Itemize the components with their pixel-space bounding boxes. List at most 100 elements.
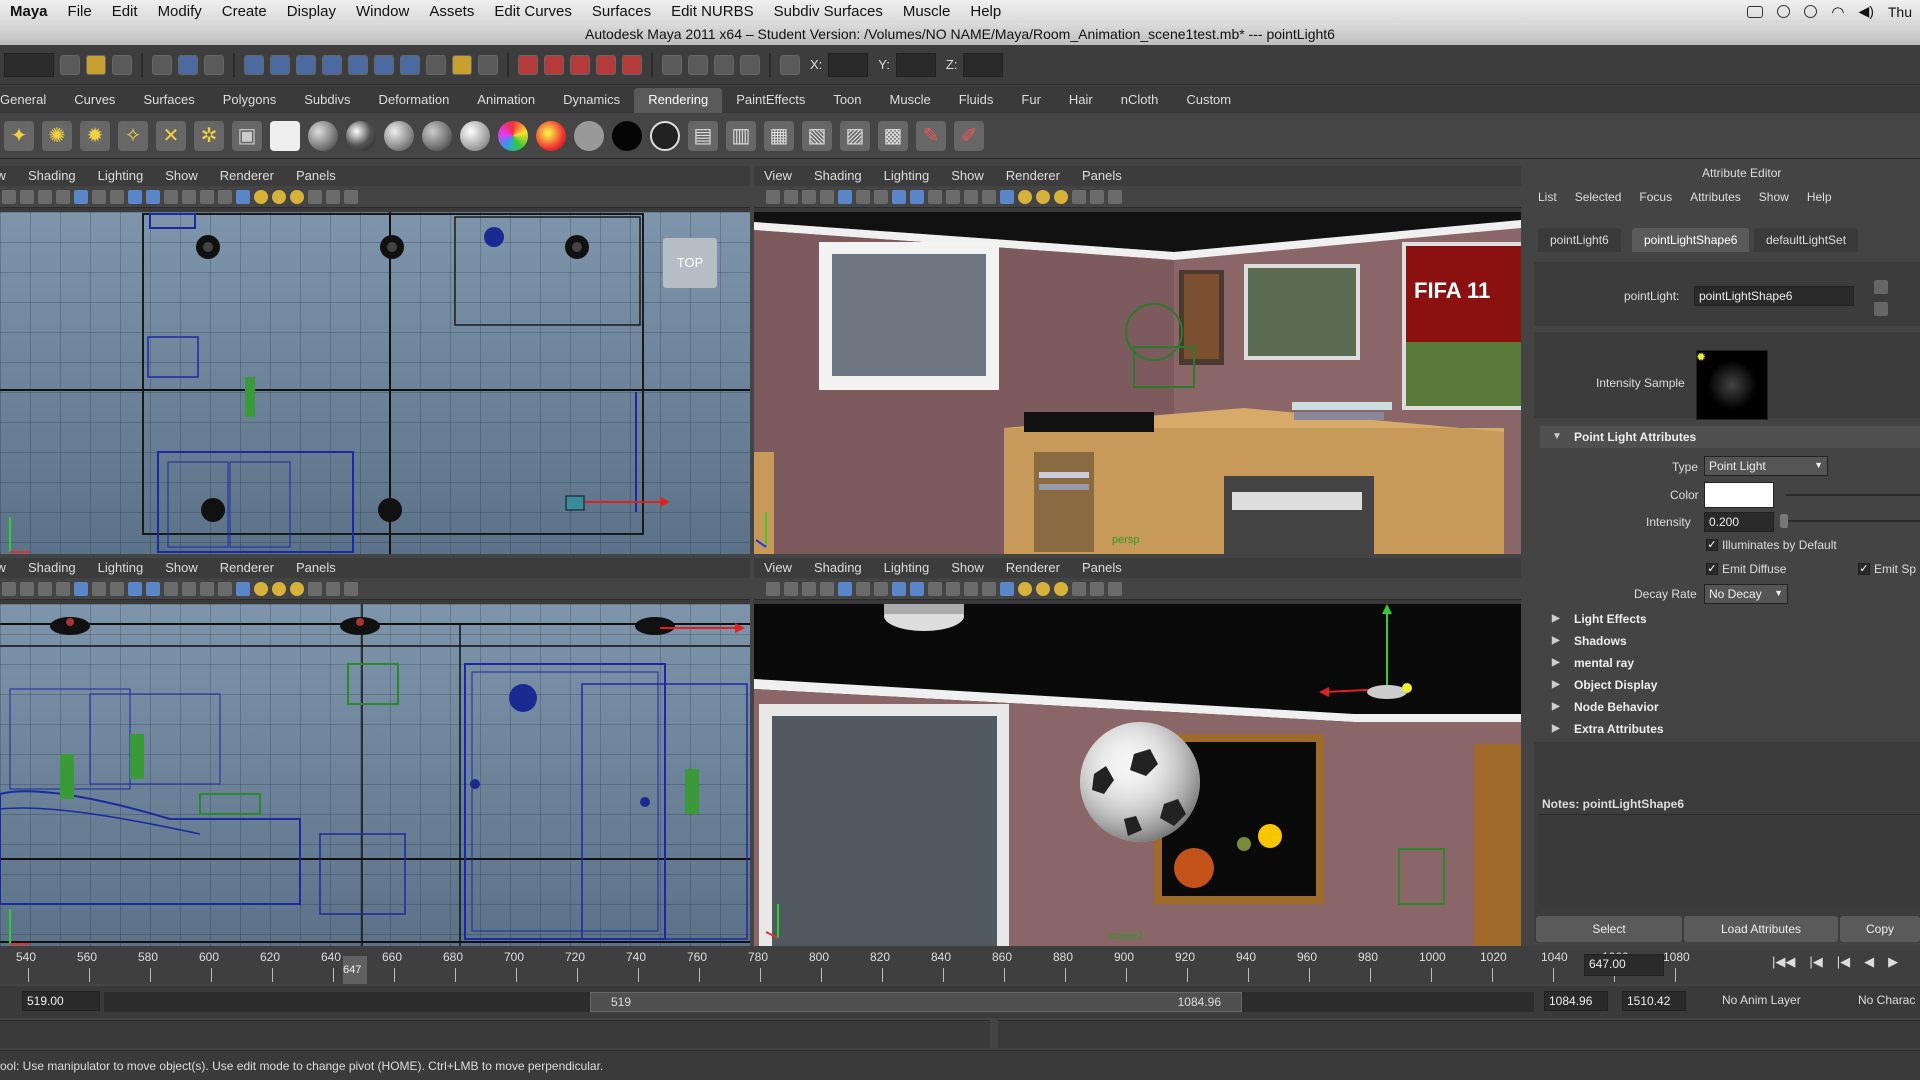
textured-icon[interactable] — [982, 581, 996, 596]
shadows-icon[interactable] — [1072, 189, 1086, 204]
wireframe-icon[interactable] — [892, 581, 906, 596]
color-swatch[interactable] — [1704, 482, 1774, 508]
current-time-indicator[interactable]: 647 — [343, 956, 367, 984]
fullscreen-icon[interactable] — [1108, 581, 1122, 596]
render-frame-icon[interactable] — [518, 54, 538, 75]
command-line[interactable] — [0, 1020, 990, 1048]
shelf-tab-subdivs[interactable]: Subdivs — [290, 88, 364, 113]
menu-display[interactable]: Display — [277, 3, 346, 20]
panel-menu-panels[interactable]: Panels — [1082, 558, 1122, 578]
section-object-display[interactable]: ▶ Object Display — [1540, 674, 1920, 696]
isolate-icon[interactable] — [200, 581, 214, 596]
panel-menu-lighting[interactable]: Lighting — [98, 558, 144, 578]
paint-canvas-icon[interactable]: ✐ — [954, 120, 984, 151]
ipr-shelf-icon[interactable]: ▥ — [726, 120, 756, 151]
section-shadows[interactable]: ▶ Shadows — [1540, 630, 1920, 652]
film-gate-icon[interactable] — [74, 189, 88, 204]
wireframe-icon[interactable] — [892, 189, 906, 204]
bookmark-icon[interactable] — [784, 581, 798, 596]
shelf-tab-ncloth[interactable]: nCloth — [1107, 88, 1173, 113]
area-light-icon[interactable]: ✕ — [156, 120, 186, 151]
select-component-icon[interactable] — [204, 54, 224, 75]
notes-textarea[interactable] — [1538, 814, 1920, 908]
shelf-tab-painteffects[interactable]: PaintEffects — [722, 88, 819, 113]
eject-icon[interactable] — [1747, 5, 1764, 18]
ae-tab-pointlight6[interactable]: pointLight6 — [1538, 228, 1621, 252]
character-set-dropdown[interactable]: No Charac — [1858, 993, 1915, 1007]
default-light-icon[interactable] — [254, 581, 268, 596]
snap-view-plane-icon[interactable] — [322, 54, 342, 75]
anisotropic-icon[interactable] — [460, 120, 490, 151]
play-forward-icon[interactable]: ▶ — [1888, 954, 1898, 970]
shelf-tab-deformation[interactable]: Deformation — [364, 88, 463, 113]
render-view-icon[interactable] — [622, 54, 642, 75]
panel-menu-renderer[interactable]: Renderer — [1006, 558, 1060, 578]
panel-menu-view[interactable]: View — [0, 558, 6, 578]
camera-attr-icon[interactable] — [2, 189, 16, 204]
film-gate-icon[interactable] — [838, 581, 852, 596]
shelf-tab-rendering[interactable]: Rendering — [634, 88, 723, 113]
panel-menu-view[interactable]: View — [764, 558, 792, 578]
color-slider-track[interactable] — [1786, 494, 1920, 496]
panel-menu-panels[interactable]: Panels — [1082, 166, 1122, 186]
use-background-icon[interactable] — [612, 120, 642, 151]
grid-toggle-icon[interactable] — [56, 189, 70, 204]
hud-icon[interactable] — [326, 189, 340, 204]
safe-action-icon[interactable] — [110, 581, 124, 596]
shelf-tab-fur[interactable]: Fur — [1007, 88, 1055, 113]
phong-icon[interactable] — [384, 120, 414, 151]
xray-icon[interactable] — [946, 581, 960, 596]
camera-attr-icon[interactable] — [766, 189, 780, 204]
type-dropdown[interactable]: Point Light ▼ — [1704, 456, 1828, 476]
emit-specular-checkbox[interactable]: ✓ — [1858, 563, 1870, 575]
shelf-tab-polygons[interactable]: Polygons — [209, 88, 290, 113]
shelf-tab-dynamics[interactable]: Dynamics — [549, 88, 634, 113]
shelf-tab-toon[interactable]: Toon — [819, 88, 875, 113]
menu-muscle[interactable]: Muscle — [893, 3, 961, 20]
smooth-shade-icon[interactable] — [910, 581, 924, 596]
shelf-tab-fluids[interactable]: Fluids — [945, 88, 1008, 113]
step-back-frame-icon[interactable]: |◀ — [1837, 954, 1850, 970]
all-lights-icon[interactable] — [1036, 581, 1050, 596]
panel-menu-show[interactable]: Show — [165, 166, 198, 186]
lights-icon[interactable] — [236, 581, 250, 596]
shelf-tab-surfaces[interactable]: Surfaces — [129, 88, 208, 113]
textured-icon[interactable] — [982, 189, 996, 204]
panel-menu-panels[interactable]: Panels — [296, 558, 336, 578]
illuminates-by-default-checkbox[interactable]: ✓ — [1706, 539, 1718, 551]
panel-menu-lighting[interactable]: Lighting — [884, 558, 930, 578]
panel-menu-panels[interactable]: Panels — [296, 166, 336, 186]
load-attributes-button[interactable]: Load Attributes — [1684, 916, 1838, 942]
menu-maya[interactable]: Maya — [0, 3, 58, 20]
isolate-icon[interactable] — [200, 189, 214, 204]
lights-icon[interactable] — [1000, 189, 1014, 204]
new-scene-icon[interactable] — [60, 54, 80, 75]
intensity-slider-handle[interactable] — [1780, 514, 1788, 528]
bluetooth-icon[interactable] — [1804, 5, 1818, 18]
film-gate-icon[interactable] — [74, 581, 88, 596]
all-lights-icon[interactable] — [1036, 189, 1050, 204]
menu-surfaces[interactable]: Surfaces — [582, 3, 661, 20]
input-ops-icon[interactable] — [478, 54, 498, 75]
section-extra-attributes[interactable]: ▶ Extra Attributes — [1540, 718, 1920, 740]
smooth-shade-icon[interactable] — [146, 189, 160, 204]
default-light-icon[interactable] — [1018, 581, 1032, 596]
viewport-top[interactable]: TOP — [0, 212, 750, 554]
play-backward-icon[interactable]: ◀ — [1864, 954, 1874, 970]
lock-icon[interactable] — [452, 54, 472, 75]
snap-surface-icon[interactable] — [374, 54, 394, 75]
fullscreen-icon[interactable] — [344, 189, 358, 204]
shelf-tab-general[interactable]: General — [0, 88, 60, 113]
isolate-icon[interactable] — [964, 581, 978, 596]
panel-menu-lighting[interactable]: Lighting — [884, 166, 930, 186]
menu-modify[interactable]: Modify — [148, 3, 212, 20]
viewport-persp[interactable]: FIFA 11 persp — [754, 212, 1521, 554]
volume-icon[interactable]: ◀) — [1858, 3, 1873, 20]
y-field[interactable] — [895, 52, 936, 77]
selected-light-icon[interactable] — [290, 189, 304, 204]
help-icon[interactable] — [426, 54, 446, 75]
ae-menu-focus[interactable]: Focus — [1639, 190, 1672, 204]
menu-subdiv-surfaces[interactable]: Subdiv Surfaces — [764, 3, 893, 20]
render-frame-shelf-icon[interactable]: ▤ — [688, 120, 718, 151]
panel-menu-shading[interactable]: Shading — [28, 558, 76, 578]
